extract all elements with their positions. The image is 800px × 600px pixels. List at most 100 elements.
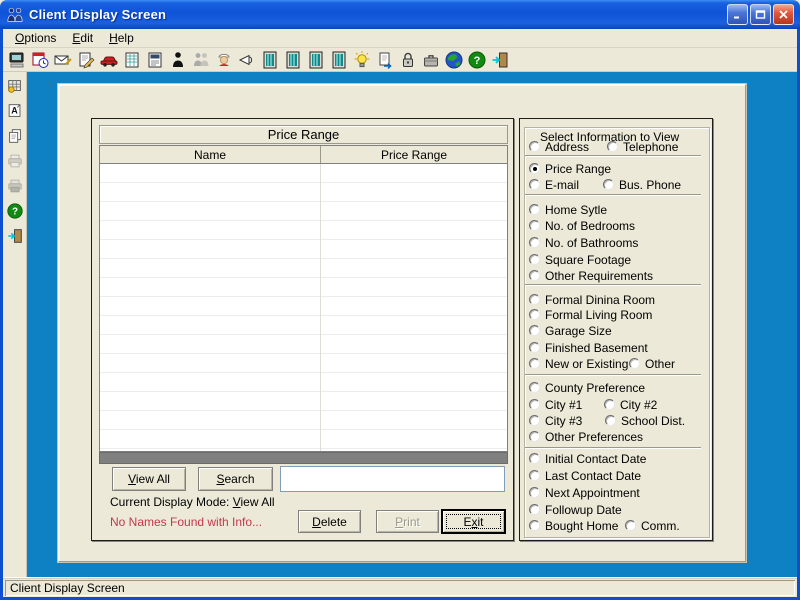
column-header-name[interactable]: Name	[100, 146, 321, 163]
radio-bathrooms[interactable]: No. of Bathrooms	[529, 236, 638, 249]
megaphone-toolbar-button[interactable]	[237, 50, 257, 70]
display-mode-status: Current Display Mode: View All	[110, 495, 275, 509]
menu-help[interactable]: Help	[102, 29, 141, 47]
section-divider	[525, 447, 701, 449]
help-icon: ?	[467, 50, 487, 70]
radio-bus-phone[interactable]: Bus. Phone	[603, 178, 681, 191]
calendar-clock-toolbar-button[interactable]	[30, 50, 50, 70]
radio-home-style[interactable]: Home Sytle	[529, 203, 607, 216]
radio-finished-basement[interactable]: Finished Basement	[529, 341, 648, 354]
padlock-toolbar-button[interactable]	[398, 50, 418, 70]
titlebar: Client Display Screen	[0, 0, 800, 29]
radio-city-2[interactable]: City #2	[604, 398, 657, 411]
radio-initial-contact-date[interactable]: Initial Contact Date	[529, 452, 646, 465]
radio-other-preferences[interactable]: Other Preferences	[529, 430, 643, 443]
client-grid[interactable]: Name Price Range	[99, 145, 508, 452]
radio-last-contact-date[interactable]: Last Contact Date	[529, 469, 641, 482]
radio-followup-date[interactable]: Followup Date	[529, 503, 622, 516]
radio-telephone[interactable]: Telephone	[607, 140, 678, 153]
radio-circle	[607, 141, 618, 152]
search-input[interactable]	[280, 466, 505, 492]
computer-icon	[7, 50, 27, 70]
exit-toolbar-button[interactable]	[490, 50, 510, 70]
radio-formal-living[interactable]: Formal Living Room	[529, 308, 652, 321]
grid-coin-toolbar-button[interactable]	[5, 76, 25, 96]
door-1-toolbar-button[interactable]	[260, 50, 280, 70]
radio-email[interactable]: E-mail	[529, 178, 579, 191]
radio-school-dist[interactable]: School Dist.	[605, 414, 685, 427]
radio-bought-home[interactable]: Bought Home	[529, 519, 618, 532]
radio-new-or-existing[interactable]: New or Existing	[529, 357, 628, 370]
menu-edit[interactable]: Edit	[65, 29, 100, 47]
person-hat-toolbar-button[interactable]	[214, 50, 234, 70]
radio-formal-dining[interactable]: Formal Dinina Room	[529, 293, 655, 306]
radio-county-preference[interactable]: County Preference	[529, 381, 645, 394]
delete-button[interactable]: Delete	[298, 510, 361, 533]
help-side-toolbar-button[interactable]: ?	[5, 201, 25, 221]
computer-toolbar-button[interactable]	[7, 50, 27, 70]
notes-grid-icon	[122, 50, 142, 70]
door-4-toolbar-button[interactable]	[329, 50, 349, 70]
grid-section: Price Range Name Price Range View All	[91, 118, 514, 541]
section-divider	[525, 194, 701, 196]
report-toolbar-button[interactable]	[145, 50, 165, 70]
radio-circle	[529, 220, 540, 231]
notes-grid-toolbar-button[interactable]	[122, 50, 142, 70]
exit-door-icon	[6, 227, 24, 245]
radio-circle	[529, 270, 540, 281]
briefcase-toolbar-button[interactable]	[421, 50, 441, 70]
radio-city-1[interactable]: City #1	[529, 398, 582, 411]
door-3-toolbar-button[interactable]	[306, 50, 326, 70]
envelope-toolbar-button[interactable]	[53, 50, 73, 70]
exit-button[interactable]: Exit	[442, 510, 505, 533]
grid-coin-icon	[6, 77, 24, 95]
lightbulb-toolbar-button[interactable]	[352, 50, 372, 70]
grid-title: Price Range	[99, 125, 508, 144]
radio-other-requirements[interactable]: Other Requirements	[529, 269, 653, 282]
copy-pages-toolbar-button[interactable]	[5, 126, 25, 146]
radio-circle	[529, 325, 540, 336]
notepad-pencil-icon	[76, 50, 96, 70]
exit-side-toolbar-button[interactable]	[5, 226, 25, 246]
font-toolbar-button[interactable]: A	[5, 101, 25, 121]
radio-comm[interactable]: Comm.	[625, 519, 680, 532]
view-all-button[interactable]: View All	[112, 467, 186, 491]
radio-circle	[529, 504, 540, 515]
car-toolbar-button[interactable]	[99, 50, 119, 70]
radio-price-range[interactable]: Price Range	[529, 162, 611, 175]
notepad-pencil-toolbar-button[interactable]	[76, 50, 96, 70]
radio-circle	[625, 520, 636, 531]
search-button[interactable]: Search	[198, 467, 273, 491]
menu-options[interactable]: Options	[8, 29, 63, 47]
door-2-toolbar-button[interactable]	[283, 50, 303, 70]
help-toolbar-button[interactable]: ?	[467, 50, 487, 70]
radio-bedrooms[interactable]: No. of Bedrooms	[529, 219, 635, 232]
printer-preview-disabled-icon	[6, 177, 24, 195]
radio-address[interactable]: Address	[529, 140, 589, 153]
door-2-icon	[283, 50, 303, 70]
maximize-button[interactable]	[750, 4, 771, 25]
person-toolbar-button[interactable]	[168, 50, 188, 70]
radio-next-appointment[interactable]: Next Appointment	[529, 486, 640, 499]
grid-horizontal-scrollbar[interactable]	[99, 452, 508, 464]
print-toolbar-button[interactable]	[5, 151, 25, 171]
people-disabled-icon	[191, 50, 211, 70]
grid-body[interactable]	[100, 164, 507, 451]
minimize-button[interactable]	[727, 4, 748, 25]
radio-circle	[629, 358, 640, 369]
font-a-icon: A	[6, 102, 24, 120]
window-title: Client Display Screen	[29, 7, 166, 22]
radio-city-3[interactable]: City #3	[529, 414, 582, 427]
page-arrow-toolbar-button[interactable]	[375, 50, 395, 70]
print-button[interactable]: Print	[376, 510, 439, 533]
radio-other[interactable]: Other	[629, 357, 675, 370]
section-divider	[525, 284, 701, 286]
close-button[interactable]	[773, 4, 794, 25]
column-header-price-range[interactable]: Price Range	[321, 146, 507, 163]
print-preview-toolbar-button[interactable]	[5, 176, 25, 196]
radio-square-footage[interactable]: Square Footage	[529, 253, 631, 266]
radio-garage-size[interactable]: Garage Size	[529, 324, 612, 337]
people-toolbar-button[interactable]	[191, 50, 211, 70]
globe-toolbar-button[interactable]	[444, 50, 464, 70]
person-hat-icon	[214, 50, 234, 70]
